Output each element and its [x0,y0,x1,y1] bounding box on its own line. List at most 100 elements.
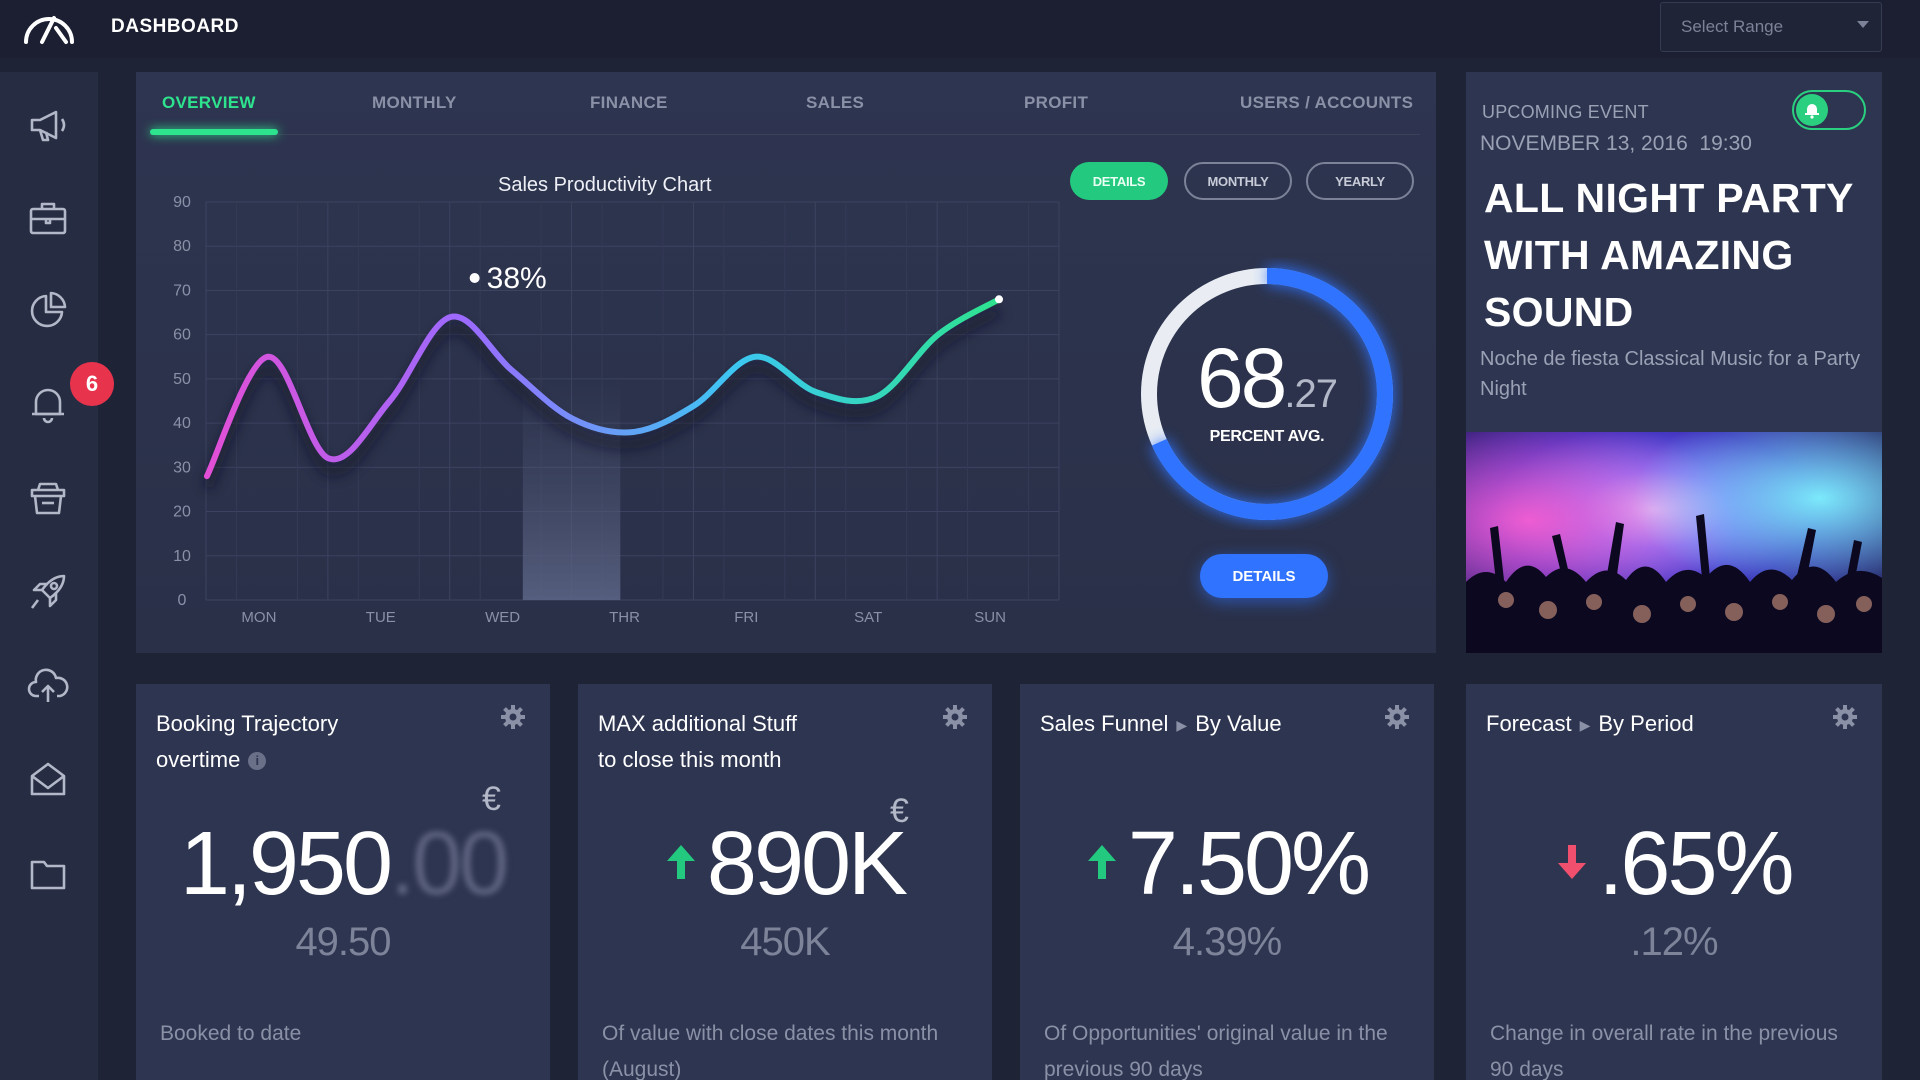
card-title-line2-text: overtime [156,747,241,772]
y-tick-label: 80 [173,238,191,255]
chevron-down-icon [1857,21,1869,28]
card-title-part2: By Period [1598,711,1694,736]
card-value-faded: .00 [390,814,509,914]
highlight-column [522,378,621,600]
y-tick-label: 50 [173,371,191,388]
card-sub-value: 49.50 [295,920,391,964]
y-tick-label: 90 [173,194,191,211]
y-tick-label: 10 [173,548,191,565]
sidebar-item-portfolio[interactable] [22,192,74,244]
x-tick-label: TUE [366,609,396,626]
y-tick-label: 30 [173,459,191,476]
party-crowd-image [1466,432,1882,653]
event-description: Noche de fiesta Classical Music for a Pa… [1480,348,1861,400]
speedometer-logo-icon[interactable] [22,10,76,46]
x-tick-label: SAT [854,609,882,626]
gear-icon[interactable] [1832,704,1858,730]
inbox-tray-icon [30,482,66,515]
annotation-label: 38% [487,262,547,295]
bell-icon [1805,104,1819,119]
card-value-main: 7.50% [1127,814,1371,914]
bell-icon [32,388,64,424]
mail-icon [30,762,66,796]
booking-trajectory-card: Booking Trajectory overtime i € 1,950.00 … [136,684,550,1080]
donut-decimal: .27 [1284,372,1338,416]
toggle-knob [1796,94,1828,126]
donut-integer: 68 [1196,331,1287,425]
top-bar: DASHBOARD Select Range [0,0,1920,58]
event-title: ALL NIGHT PARTY WITH AMAZING SOUND [1484,175,1853,335]
upcoming-event-panel: UPCOMING EVENT NOVEMBER 13, 2016 19:30 A… [1466,72,1882,653]
pie-chart-icon [30,291,67,328]
briefcase-icon [29,202,67,235]
sales-productivity-chart: 0 10 20 30 40 50 60 70 80 90 MON TUE WED THR FRI SAT SUN… [173,194,1060,626]
card-title-part2: By Value [1195,711,1282,736]
annotation-dot [469,273,480,283]
trend-up-arrow-icon [1087,845,1116,880]
forecast-card: Forecast ▶ By Period .65% .12% Change in o… [1466,684,1882,1080]
trend-down-arrow-icon [1558,845,1587,880]
rocket-icon [30,574,66,609]
notification-badge: 6 [70,362,114,406]
range-select[interactable]: Select Range [1660,2,1882,52]
gear-icon[interactable] [942,704,968,730]
card-title-line2: to close this month [598,747,782,772]
card-title: Sales Funnel ▶ By Value [1040,706,1282,743]
x-tick-label: THR [609,609,640,626]
sidebar-item-messages[interactable] [22,754,74,806]
sidebar: 6 [0,72,114,1080]
card-value: .65% [1466,814,1882,914]
percent-avg-donut: 68.27 PERCENT AVG. [1131,258,1403,530]
card-value-main: .65% [1598,814,1794,914]
info-icon[interactable]: i [248,752,267,771]
event-reminder-toggle[interactable] [1792,90,1866,130]
x-tick-label: WED [485,609,520,626]
y-tick-label: 20 [173,504,191,521]
event-label: UPCOMING EVENT [1482,102,1649,122]
sidebar-item-archive[interactable] [22,472,74,524]
tab-users-accounts[interactable]: USERS / ACCOUNTS [1240,93,1413,113]
series-end-point [995,295,1003,304]
sidebar-item-notifications[interactable]: 6 [22,362,114,430]
card-title: MAX additional Stuff to close this month [598,706,797,778]
card-value-main: 1,950 [179,814,393,914]
card-title: Forecast ▶ By Period [1486,706,1694,743]
donut-details-button[interactable]: DETAILS [1200,554,1328,598]
x-tick-label: FRI [734,609,758,626]
sidebar-item-upload[interactable] [22,660,74,712]
donut-decimal-digits: 27 [1294,372,1338,416]
breadcrumb-chevron-icon: ▶ [1579,717,1591,734]
card-description: Change in overall rate in the previous 9… [1490,1022,1838,1080]
card-title: Booking Trajectory overtime i [156,706,338,778]
card-value: 7.50% [1020,814,1434,914]
cloud-upload-icon [27,668,69,702]
gear-icon[interactable] [500,704,526,730]
card-description: Booked to date [160,1022,302,1045]
card-sub-value: 450K [740,920,830,964]
card-title-part1: Sales Funnel [1040,711,1169,736]
x-tick-label: MON [241,609,276,626]
card-sub-value: 4.39% [1172,920,1282,964]
sidebar-item-reports[interactable] [22,284,74,336]
chart-yearly-button[interactable]: YEARLY [1306,162,1414,200]
card-title-line2: overtime i [156,742,338,778]
y-tick-label: 40 [173,415,191,432]
card-value: 1,950.00 [136,814,550,914]
gear-icon[interactable] [1384,704,1410,730]
sidebar-item-files[interactable] [22,848,74,900]
donut-label: PERCENT AVG. [1209,428,1325,445]
sidebar-item-launch[interactable] [22,566,74,618]
megaphone-icon [30,110,66,142]
y-tick-label: 0 [178,592,187,609]
sidebar-item-campaigns[interactable] [22,98,74,150]
y-tick-label: 70 [173,282,191,299]
card-description: Of Opportunities' original value in the … [1044,1022,1388,1080]
card-value: 890K [578,814,992,914]
range-select-placeholder: Select Range [1681,17,1784,36]
x-tick-label: SUN [974,609,1006,626]
trend-up-arrow-icon [666,845,695,880]
card-sub-value: .12% [1630,920,1718,964]
card-value-main: 890K [706,814,908,914]
card-title-part1: Forecast [1486,711,1572,736]
breadcrumb-chevron-icon: ▶ [1176,717,1188,734]
